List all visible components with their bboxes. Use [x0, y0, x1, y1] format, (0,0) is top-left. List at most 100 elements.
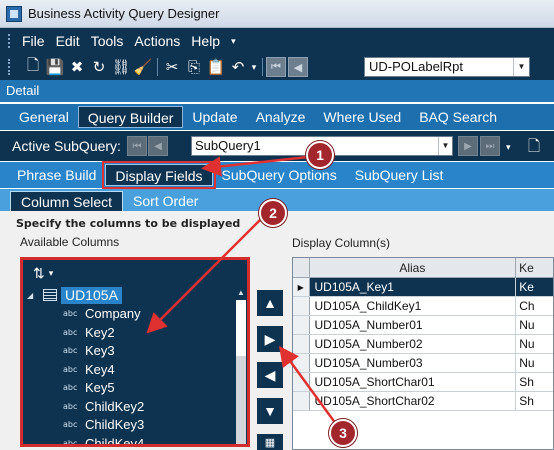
- table-icon: [43, 289, 57, 302]
- table-row[interactable]: UD105A_Number02 Nu: [293, 335, 553, 354]
- toolbar-grip-icon: [8, 59, 11, 75]
- collapse-icon[interactable]: ◢: [27, 291, 37, 300]
- arrow-right-icon: ▶: [264, 330, 276, 347]
- toolbar-overflow-icon[interactable]: ▾: [249, 56, 259, 78]
- refresh-icon[interactable]: ↻: [88, 56, 110, 78]
- calculator-button[interactable]: ▦: [257, 434, 283, 450]
- table-row[interactable]: ▶ UD105A_Key1 Ke: [293, 278, 553, 297]
- table-row[interactable]: UD105A_ShortChar01 Sh: [293, 373, 553, 392]
- app-icon: [6, 5, 22, 22]
- chevron-down-icon[interactable]: ▼: [513, 58, 529, 76]
- scrollbar-track[interactable]: [236, 356, 246, 444]
- menu-tools[interactable]: Tools: [91, 33, 124, 49]
- available-columns-panel: ⇅ ▾ ◢ UD105A abc Company abc Key2 abc Key3 …: [20, 257, 250, 447]
- subquery-tool-icon[interactable]: 🗋: [528, 136, 540, 161]
- tab-update[interactable]: Update: [183, 106, 246, 128]
- delete-icon[interactable]: ✖: [66, 56, 88, 78]
- alias-column-header[interactable]: Alias: [310, 258, 517, 277]
- cut-icon[interactable]: ✂: [161, 56, 183, 78]
- tab-analyze[interactable]: Analyze: [247, 106, 315, 128]
- row-selector: [293, 297, 310, 315]
- available-columns-label: Available Columns: [20, 235, 120, 249]
- tab-subquery-list[interactable]: SubQuery List: [346, 164, 453, 186]
- text-field-icon: abc: [63, 364, 78, 374]
- first-subquery-icon[interactable]: ⏮: [126, 136, 147, 156]
- menu-file[interactable]: File: [22, 33, 45, 49]
- row-selector: [293, 373, 310, 391]
- sort-overflow-icon[interactable]: ▾: [49, 268, 54, 279]
- clear-icon[interactable]: 🧹: [132, 56, 154, 78]
- table-row[interactable]: UD105A_Number01 Nu: [293, 316, 553, 335]
- list-item[interactable]: abc Key4: [23, 360, 235, 379]
- tab-baq-search[interactable]: BAQ Search: [410, 106, 506, 128]
- table-row[interactable]: UD105A_ChildKey1 Ch: [293, 297, 553, 316]
- move-up-button[interactable]: ▲: [257, 290, 283, 316]
- detail-bar: Detail: [0, 80, 554, 102]
- menu-overflow-icon[interactable]: ▾: [231, 36, 236, 47]
- save-icon[interactable]: 💾: [44, 56, 66, 78]
- callout-1: 1: [306, 141, 334, 169]
- add-column-button[interactable]: ▶: [257, 326, 283, 352]
- text-field-icon: abc: [63, 327, 78, 337]
- tree-root-row[interactable]: ◢ UD105A: [23, 286, 235, 305]
- report-id-value: UD-POLabelRpt: [369, 59, 463, 74]
- toolbar-separator: [157, 58, 158, 76]
- callout-2: 2: [259, 199, 287, 227]
- row-selector: [293, 316, 310, 334]
- list-item[interactable]: abc Key5: [23, 379, 235, 398]
- report-id-combo[interactable]: UD-POLabelRpt ▼: [364, 57, 530, 77]
- last-subquery-icon[interactable]: ⏭: [480, 136, 500, 156]
- sort-az-icon[interactable]: ⇅: [33, 265, 45, 282]
- second-column-header[interactable]: Ke: [516, 258, 553, 277]
- tree-scrollbar[interactable]: ▲: [235, 286, 247, 444]
- tab-display-fields[interactable]: Display Fields: [102, 161, 216, 189]
- undo-icon[interactable]: ↶: [227, 56, 249, 78]
- scrollbar-thumb[interactable]: [236, 300, 246, 356]
- calculator-icon: ▦: [264, 436, 276, 449]
- next-subquery-icon[interactable]: ▶: [458, 136, 478, 156]
- menu-help[interactable]: Help: [191, 33, 220, 49]
- table-row[interactable]: UD105A_Number03 Nu: [293, 354, 553, 373]
- available-columns-tree: ◢ UD105A abc Company abc Key2 abc Key3 abc K…: [23, 286, 235, 444]
- chevron-down-icon[interactable]: ▼: [438, 137, 452, 155]
- previous-subquery-icon[interactable]: ◀: [147, 136, 168, 156]
- tab-column-select[interactable]: Column Select: [10, 191, 124, 211]
- table-row[interactable]: UD105A_ShortChar02 Sh: [293, 392, 553, 411]
- toolbar-separator: [262, 58, 263, 76]
- list-item[interactable]: abc ChildKey2: [23, 397, 235, 416]
- grid-header: Alias Ke: [293, 258, 553, 278]
- row-selector: [293, 335, 310, 353]
- copy-icon[interactable]: ⎘: [183, 56, 205, 78]
- menu-edit[interactable]: Edit: [56, 33, 80, 49]
- display-columns-grid: Alias Ke ▶ UD105A_Key1 Ke UD105A_ChildKe…: [292, 257, 554, 450]
- remove-column-button[interactable]: ◀: [257, 362, 283, 388]
- menu-actions[interactable]: Actions: [134, 33, 180, 49]
- arrow-left-icon: ◀: [264, 366, 276, 383]
- link-icon[interactable]: ⛓: [110, 56, 132, 78]
- previous-record-icon[interactable]: ◀: [288, 57, 308, 77]
- tab-sort-order[interactable]: Sort Order: [123, 191, 208, 211]
- tab-query-builder[interactable]: Query Builder: [77, 106, 184, 128]
- new-icon[interactable]: 🗋: [22, 56, 44, 78]
- first-record-icon[interactable]: ⏮: [266, 57, 286, 77]
- window-title: Business Activity Query Designer: [28, 6, 220, 21]
- tab-general[interactable]: General: [10, 106, 78, 128]
- subquery-overflow-icon[interactable]: ▾: [506, 142, 511, 153]
- list-item[interactable]: abc ChildKey4: [23, 434, 235, 444]
- list-item[interactable]: abc Key3: [23, 342, 235, 361]
- row-selector: [293, 392, 310, 410]
- move-down-button[interactable]: ▼: [257, 398, 283, 424]
- text-field-icon: abc: [63, 401, 78, 411]
- tree-root-label: UD105A: [61, 286, 122, 304]
- list-item[interactable]: abc ChildKey3: [23, 416, 235, 435]
- arrow-up-icon: ▲: [263, 295, 277, 311]
- tab-where-used[interactable]: Where Used: [314, 106, 410, 128]
- callout-3: 3: [329, 419, 357, 447]
- list-item[interactable]: abc Company: [23, 305, 235, 324]
- tab-phrase-build[interactable]: Phrase Build: [8, 164, 105, 186]
- text-field-icon: abc: [63, 346, 78, 356]
- paste-icon[interactable]: 📋: [205, 56, 227, 78]
- list-item[interactable]: abc Key2: [23, 323, 235, 342]
- subquery-value: SubQuery1: [195, 138, 261, 153]
- scroll-up-icon[interactable]: ▲: [237, 288, 245, 297]
